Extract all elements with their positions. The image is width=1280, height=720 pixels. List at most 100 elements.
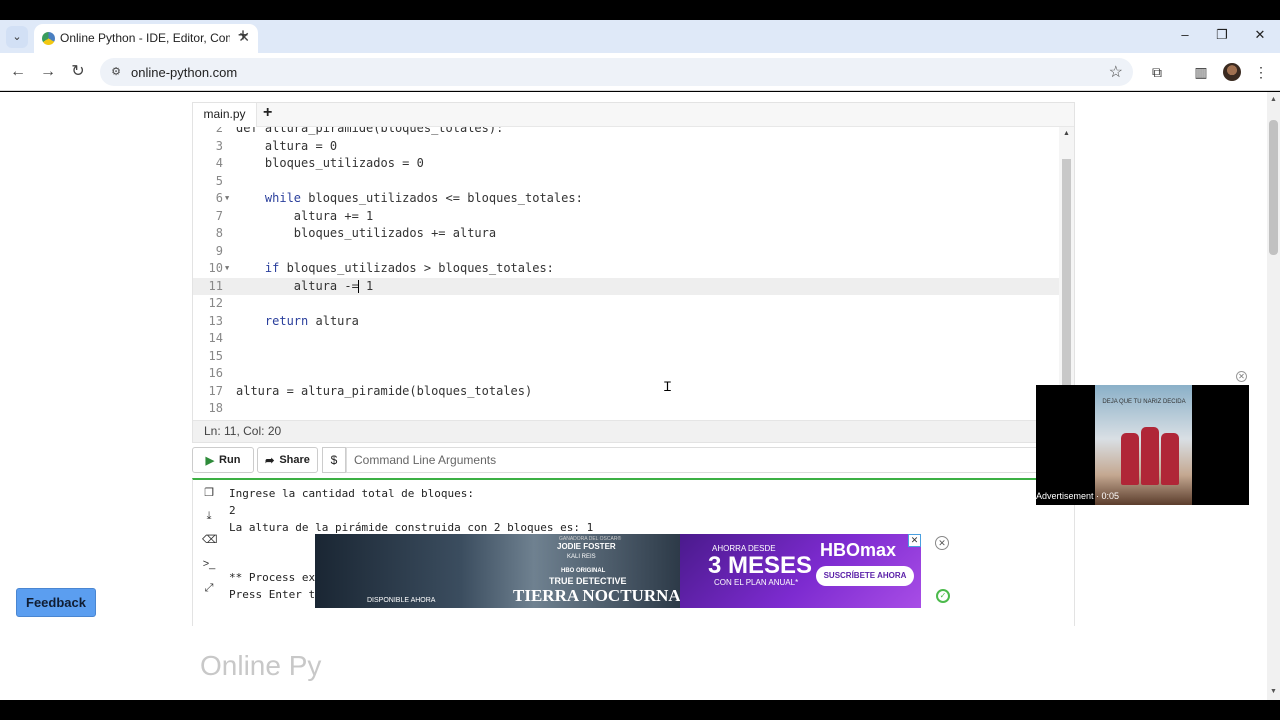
- code-area[interactable]: 2 def altura_piramide(bloques_totales): 3 …: [193, 127, 1059, 420]
- extensions-puzzle-icon[interactable]: ⧉: [1148, 63, 1166, 81]
- line-number: 7: [215, 208, 223, 223]
- command-line-arguments-input[interactable]: Command Line Arguments: [346, 447, 1075, 473]
- code-keyword: return: [264, 313, 309, 328]
- adchoices-icon[interactable]: ✕: [908, 534, 921, 547]
- code-segment: bloques_utilizados > bloques_totales:: [279, 261, 554, 275]
- page-scroll-down-icon[interactable]: ▼: [1269, 688, 1278, 695]
- hbomax-logo: HBOmax: [820, 540, 897, 560]
- code-line[interactable]: 10 ▼ if bloques_utilizados > bloques_tota…: [193, 260, 1059, 277]
- banner-available: DISPONIBLE AHORA: [367, 597, 436, 604]
- ad-product-image: DEJA QUE TU NARIZ DECIDA: [1095, 385, 1192, 505]
- restore-button[interactable]: ❐: [1212, 27, 1232, 43]
- bottle-image: [1141, 427, 1159, 485]
- code-text: bloques_utilizados = 0: [236, 155, 424, 172]
- banner-left-panel: GANADORA DEL OSCAR® JODIE FOSTER KALI RE…: [315, 534, 681, 608]
- kebab-menu-icon[interactable]: ⋮: [1252, 63, 1270, 81]
- forward-button[interactable]: →: [38, 62, 58, 82]
- fold-arrow-icon[interactable]: ▼: [225, 260, 229, 277]
- banner-right-panel: AHORRA DESDE 3 MESES CON EL PLAN ANUAL* …: [680, 534, 921, 608]
- python-favicon-icon: [42, 32, 55, 45]
- code-line[interactable]: 13 return altura: [193, 313, 1059, 330]
- banner-close-icon[interactable]: ✕: [935, 536, 949, 550]
- bookmark-star-icon[interactable]: ☆: [1109, 62, 1123, 82]
- download-icon[interactable]: ⤓: [202, 509, 216, 523]
- screen: ⌄ Online Python - IDE, Editor, Com ✕ + –…: [0, 0, 1280, 720]
- code-line[interactable]: 14: [193, 330, 1059, 347]
- file-tab-main-py[interactable]: main.py: [193, 103, 257, 127]
- code-line[interactable]: 18: [193, 400, 1059, 417]
- new-tab-button[interactable]: +: [232, 25, 254, 47]
- video-ad-close-icon[interactable]: ✕: [1236, 371, 1247, 382]
- code-line[interactable]: 12: [193, 295, 1059, 312]
- reload-button[interactable]: ↻: [68, 62, 88, 82]
- terminal-prompt-icon[interactable]: >_: [202, 557, 216, 571]
- share-button[interactable]: ➦ Share: [257, 447, 318, 473]
- run-button[interactable]: ▶ Run: [192, 447, 254, 473]
- code-text: while bloques_utilizados <= bloques_tota…: [236, 190, 583, 207]
- expand-icon[interactable]: ⤢: [202, 581, 216, 595]
- code-segment: bloques_utilizados = 0: [236, 156, 424, 170]
- editor-scroll-thumb[interactable]: [1062, 159, 1071, 393]
- address-bar[interactable]: ⚙ online-python.com ☆: [100, 58, 1133, 86]
- fold-arrow-icon[interactable]: ▼: [225, 190, 229, 207]
- code-segment: bloques_utilizados += altura: [236, 226, 497, 240]
- code-line[interactable]: 2 def altura_piramide(bloques_totales):: [193, 127, 1059, 137]
- eraser-icon[interactable]: ⌫: [202, 533, 218, 547]
- code-segment: def altura_piramide(bloques_totales):: [236, 127, 504, 135]
- tab-strip: ⌄ Online Python - IDE, Editor, Com ✕ + –…: [0, 20, 1280, 53]
- code-text: bloques_utilizados += altura: [236, 225, 496, 242]
- video-advertisement[interactable]: DEJA QUE TU NARIZ DECIDA Advertisement ·…: [1036, 385, 1249, 505]
- editor-scrollbar[interactable]: ▲ ▼: [1059, 127, 1074, 420]
- copy-icon[interactable]: ❐: [202, 486, 216, 500]
- banner-actor-1: JODIE FOSTER: [557, 542, 616, 551]
- code-line[interactable]: 17 altura = altura_piramide(bloques_total…: [193, 383, 1059, 400]
- side-panel-icon[interactable]: ▥: [1192, 63, 1210, 81]
- page-scroll-thumb[interactable]: [1269, 120, 1278, 255]
- line-number: 9: [215, 243, 223, 258]
- bottle-image: [1121, 433, 1139, 485]
- terminal-toolbar: ❐ ⤓ ⌫ >_ ⤢: [193, 480, 225, 626]
- line-number: 16: [208, 366, 223, 380]
- site-info-tune-icon[interactable]: ⚙: [109, 65, 123, 79]
- page-scroll-up-icon[interactable]: ▲: [1269, 96, 1278, 103]
- code-text: if bloques_utilizados > bloques_totales:: [236, 260, 554, 277]
- add-file-button[interactable]: +: [263, 104, 272, 122]
- address-url[interactable]: online-python.com: [131, 65, 237, 80]
- editor-status-bar: Ln: 11, Col: 20: [193, 420, 1074, 442]
- minimize-button[interactable]: –: [1175, 27, 1195, 42]
- profile-avatar[interactable]: [1223, 63, 1241, 81]
- green-check-icon: ✓: [936, 589, 950, 603]
- code-line[interactable]: 15: [193, 348, 1059, 365]
- browser-tab[interactable]: Online Python - IDE, Editor, Com ✕: [34, 24, 258, 53]
- code-line[interactable]: 7 altura += 1: [193, 208, 1059, 225]
- feedback-button[interactable]: Feedback: [16, 588, 96, 617]
- code-line[interactable]: 6 ▼ while bloques_utilizados <= bloques_t…: [193, 190, 1059, 207]
- banner-advertisement[interactable]: GANADORA DEL OSCAR® JODIE FOSTER KALI RE…: [315, 534, 921, 608]
- code-line[interactable]: 8 bloques_utilizados += altura: [193, 225, 1059, 242]
- code-line[interactable]: 4 bloques_utilizados = 0: [193, 155, 1059, 172]
- code-text: altura = altura_piramide(bloques_totales…: [236, 383, 532, 400]
- code-line[interactable]: 5: [193, 173, 1059, 190]
- share-arrow-icon: ➦: [265, 454, 275, 467]
- scroll-up-arrow-icon[interactable]: ▲: [1062, 130, 1071, 137]
- close-window-button[interactable]: ✕: [1250, 27, 1270, 43]
- code-segment: altura = 0: [236, 138, 338, 153]
- subscribe-button[interactable]: SUSCRÍBETE AHORA: [816, 566, 914, 586]
- code-line[interactable]: 16: [193, 365, 1059, 382]
- line-number: 15: [208, 348, 223, 363]
- back-button[interactable]: ←: [8, 62, 28, 82]
- page-scrollbar[interactable]: ▲ ▼: [1267, 92, 1280, 700]
- bottle-image: [1161, 433, 1179, 485]
- code-text: altura -= 1: [236, 278, 373, 295]
- code-line[interactable]: 3 altura = 0: [193, 138, 1059, 155]
- tab-search-chevron-down-icon[interactable]: ⌄: [6, 26, 28, 48]
- line-number: 17: [208, 383, 223, 398]
- terminal-line: Ingrese la cantidad total de bloques:: [229, 487, 475, 500]
- ad-caption: Advertisement · 0:05: [1036, 491, 1120, 501]
- code-line[interactable]: 11 altura -= 1: [193, 277, 1059, 295]
- code-line[interactable]: 9: [193, 243, 1059, 260]
- line-number: 6: [215, 191, 223, 205]
- line-number: 8: [215, 226, 223, 240]
